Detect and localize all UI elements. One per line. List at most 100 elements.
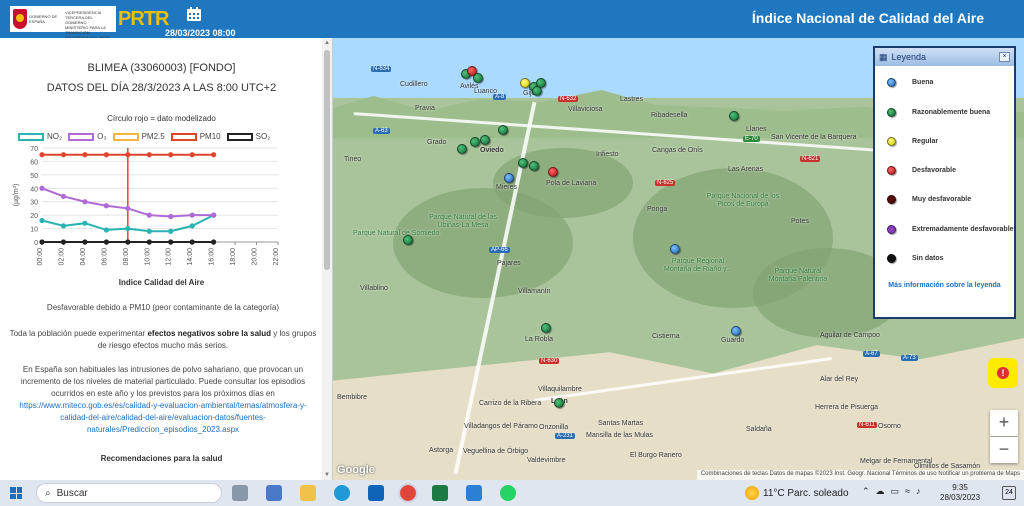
close-icon[interactable]: ×	[999, 52, 1010, 62]
road-shield: N-630	[539, 358, 560, 364]
mail-icon[interactable]	[466, 485, 482, 501]
place-label: Villaviciosa	[568, 106, 603, 113]
data-point	[189, 223, 195, 229]
data-point	[211, 152, 217, 158]
x-tick-label: 04:00	[80, 248, 87, 266]
scroll-down-icon[interactable]: ▼	[323, 471, 331, 479]
map-attribution[interactable]: Combinaciones de teclas Datos de mapas ©…	[696, 470, 1024, 480]
station-marker[interactable]	[480, 135, 490, 145]
notification-icon[interactable]: 24	[1002, 486, 1016, 500]
y-tick-label: 60	[30, 159, 38, 166]
legend-item-no2[interactable]: NO₂	[18, 132, 62, 141]
taskbar-search[interactable]: ⌕ Buscar	[36, 483, 222, 503]
road-shield: N-625	[655, 180, 676, 186]
station-marker[interactable]	[670, 244, 680, 254]
data-point	[125, 225, 131, 232]
park-label: Parque Natural de Somiedo	[353, 230, 440, 237]
map-view[interactable]: Luanco Cudillero Avilés Gijón Pravia Vil…	[333, 38, 1024, 480]
data-point	[103, 239, 109, 245]
data-point	[125, 152, 131, 158]
road-shield: A-67	[863, 351, 880, 357]
legend-item-pm10[interactable]: PM10	[170, 132, 221, 141]
zoom-in-button[interactable]: +	[990, 410, 1018, 436]
x-tick-label: 08:00	[123, 248, 130, 266]
place-label: Villaquilambre	[538, 386, 582, 393]
outlook-icon[interactable]	[368, 485, 384, 501]
place-label: Las Arenas	[728, 166, 764, 173]
station-marker[interactable]	[532, 86, 542, 96]
station-marker[interactable]	[470, 137, 480, 147]
y-tick-label: 10	[30, 227, 38, 234]
station-marker[interactable]	[518, 158, 528, 168]
station-marker[interactable]	[473, 73, 483, 83]
station-marker[interactable]	[457, 144, 467, 154]
place-label: Villamanín	[518, 288, 551, 295]
coat-of-arms-icon	[13, 9, 27, 29]
data-point	[211, 212, 217, 218]
data-point	[146, 152, 152, 158]
place-label: Cistierna	[652, 333, 680, 340]
x-tick-label: 16:00	[209, 248, 216, 266]
legend-item-pm25[interactable]: PM2.5	[112, 132, 165, 141]
x-tick-label: 18:00	[230, 248, 237, 266]
station-marker[interactable]	[729, 111, 739, 121]
weather-widget[interactable]: 11°C Parc. soleado	[745, 486, 849, 500]
place-label: Lastres	[620, 96, 643, 103]
chrome-icon[interactable]	[398, 483, 418, 503]
place-label: Veguellina de Órbigo	[463, 448, 528, 455]
excel-icon[interactable]	[432, 485, 448, 501]
data-point	[189, 152, 195, 158]
x-tick-label: 00:00	[37, 248, 44, 266]
place-label: Grado	[427, 139, 447, 146]
zoom-out-button[interactable]: −	[990, 437, 1018, 463]
legend-item-so2[interactable]: SO₂	[226, 132, 270, 141]
legend-info-link[interactable]: Más información sobre la leyenda	[875, 282, 1014, 289]
calendar-icon[interactable]	[186, 6, 202, 22]
x-tick-label: 12:00	[166, 248, 173, 266]
place-label: Oviedo	[480, 147, 504, 154]
road-shield: N-621	[800, 156, 821, 162]
station-marker[interactable]	[504, 173, 514, 183]
legend-item-o3[interactable]: O₃	[68, 132, 107, 141]
system-tray[interactable]: ⌃ ☁ ▭ ≈ ♪	[862, 486, 921, 497]
place-label: Potes	[791, 218, 809, 225]
place-label: Pola de Laviana	[546, 180, 597, 187]
whatsapp-icon[interactable]	[500, 485, 516, 501]
legend-header: ▦ Leyenda ×	[875, 48, 1014, 66]
place-label: Tineo	[344, 156, 362, 163]
road-shield: A-8	[493, 94, 507, 100]
station-marker[interactable]	[541, 323, 551, 333]
gobierno-logo[interactable]: GOBIERNO DE ESPAÑA	[10, 6, 62, 32]
station-marker[interactable]	[498, 125, 508, 135]
scroll-thumb[interactable]	[324, 50, 330, 270]
place-label: Onzonilla	[539, 424, 569, 431]
store-icon[interactable]	[266, 485, 282, 501]
scroll-up-icon[interactable]: ▲	[323, 39, 331, 47]
panel-scrollbar[interactable]: ▲ ▼	[322, 38, 332, 480]
data-point	[211, 239, 217, 245]
chart-title: Indice Calidad del Aire	[118, 278, 205, 287]
place-label: Carrizo de la Ribera	[479, 400, 542, 407]
y-tick-label: 20	[30, 213, 38, 220]
episodes-link[interactable]: https://www.miteco.gob.es/es/calidad-y-e…	[19, 401, 306, 434]
date-selector[interactable]: 28/03/2023 08:00	[165, 28, 236, 38]
taskbar-clock[interactable]: 9:35 28/03/2023	[940, 483, 980, 503]
warning-button[interactable]: !	[988, 358, 1018, 388]
folder-icon[interactable]	[300, 485, 316, 501]
app-title: Índice Nacional de Calidad del Aire	[751, 10, 984, 26]
station-marker[interactable]	[548, 167, 558, 177]
status-text: Desfavorable debido a PM10 (peor contami…	[46, 303, 280, 312]
edge-icon[interactable]	[334, 485, 350, 501]
station-marker[interactable]	[554, 398, 564, 408]
y-tick-label: 30	[30, 200, 38, 207]
windows-start-icon[interactable]	[10, 487, 22, 499]
data-point	[60, 239, 67, 245]
place-label: Bembibre	[337, 394, 367, 401]
legend-item-muy-desfavorable: Muy desfavorable	[887, 195, 971, 204]
station-marker[interactable]	[731, 326, 741, 336]
road-shield: E-70	[743, 136, 760, 142]
station-marker[interactable]	[529, 161, 539, 171]
data-date: DATOS DEL DÍA 28/3/2023 A LAS 8:00 UTC+2	[46, 82, 277, 94]
task-view-icon[interactable]	[232, 485, 248, 501]
station-marker[interactable]	[403, 235, 413, 245]
